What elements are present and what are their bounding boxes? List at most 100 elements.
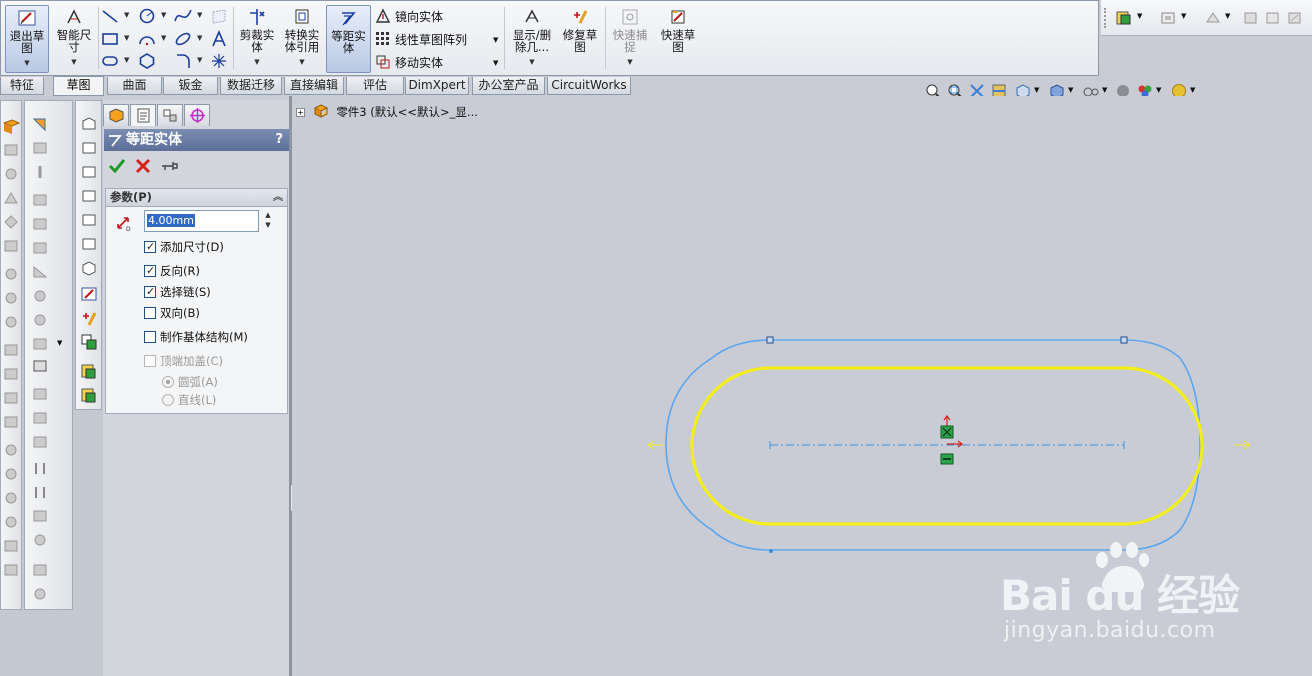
chevron-down-icon[interactable]: ▼ [1068,86,1073,94]
tab-data-migration[interactable]: 数据迁移 [220,77,282,95]
boundary-icon[interactable] [2,213,20,231]
scale-icon[interactable] [31,459,49,477]
chevron-down-icon[interactable]: ▼ [1102,86,1107,94]
insert-component-icon[interactable] [31,139,49,157]
tab-feature-manager[interactable] [103,104,129,126]
offset-entities-button[interactable]: 等距实体 [326,5,371,73]
chamfer-icon[interactable] [2,365,20,383]
print-icon[interactable] [1159,10,1177,26]
select-chain-option[interactable]: 选择链(S) [144,283,211,301]
linear-pattern-button[interactable]: 线性草图阵列 ▼ [375,30,498,50]
parameters-group-header[interactable]: 参数(P) ︽ [106,189,287,207]
trim-entities-button[interactable]: 剪裁实体 ▼ [236,5,278,73]
move-sketch-icon[interactable] [80,333,98,351]
arc-tool[interactable]: ▼ [138,30,172,50]
tab-sheet-metal[interactable]: 钣金 [163,77,218,95]
draft-icon[interactable] [2,441,20,459]
new-assembly-icon[interactable] [80,387,98,405]
tab-dimxpert-manager[interactable] [184,104,210,126]
spin-down-icon[interactable]: ▼ [261,220,275,230]
weldment-icon[interactable] [31,215,49,233]
gusset-icon[interactable] [31,263,49,281]
mold-tools-icon[interactable] [31,357,49,375]
chevron-down-icon[interactable]: ▼ [1190,86,1195,94]
tab-evaluate[interactable]: 评估 [346,77,404,95]
new-part-icon[interactable] [80,363,98,381]
shell-icon[interactable] [2,389,20,407]
tab-dimxpert[interactable]: DimXpert [405,77,469,95]
bidirectional-option[interactable]: 双向(B) [144,304,200,322]
sketch-edit-icon[interactable] [80,285,98,303]
core-icon[interactable] [31,483,49,501]
offset-handle-point[interactable] [766,336,774,344]
chevron-down-icon[interactable]: ▼ [124,34,129,42]
chevron-down-icon[interactable]: ▼ [197,56,202,64]
slot-tool[interactable]: ▼ [101,52,135,72]
ok-checkmark-icon[interactable] [107,156,127,176]
original-slot-sketch[interactable] [690,366,1204,526]
view-bottom-icon[interactable] [80,235,98,253]
view-top-icon[interactable] [80,211,98,229]
view-isometric-icon[interactable] [80,259,98,277]
tab-configuration-manager[interactable] [157,104,183,126]
bidirectional-checkbox[interactable] [144,307,156,319]
polygon-tool[interactable] [138,52,172,72]
mate-icon[interactable] [31,163,49,181]
trim-extend-icon[interactable] [31,335,49,353]
curves-icon[interactable] [2,561,20,579]
chevron-down-icon[interactable]: ▼ [53,56,95,68]
chevron-down-icon[interactable]: ▼ [197,11,202,19]
view-front-icon[interactable] [80,115,98,133]
reverse-option[interactable]: 反向(R) [144,262,200,280]
chevron-down-icon[interactable]: ▼ [236,56,278,68]
spin-up-icon[interactable]: ▲ [261,210,275,220]
exit-sketch-button[interactable]: 退出草图 ▼ [5,5,49,73]
ellipse-tool[interactable]: ▼ [174,30,208,50]
view-right-icon[interactable] [80,187,98,205]
chevron-down-icon[interactable]: ▼ [6,57,48,69]
chevron-down-icon[interactable]: ▼ [161,34,166,42]
ruled-surface-icon[interactable] [31,531,49,549]
tab-surfaces[interactable]: 曲面 [107,77,162,95]
structural-member-icon[interactable] [31,239,49,257]
settings-icon[interactable] [1286,10,1304,26]
repair-sketch-side-icon[interactable] [80,309,98,327]
shut-off-surface-icon[interactable] [31,409,49,427]
hole-wizard-icon[interactable] [2,265,20,283]
weld-bead-icon[interactable] [31,287,49,305]
mirror-feature-icon[interactable] [2,513,20,531]
loft-icon[interactable] [2,189,20,207]
toolbar-grip[interactable] [1104,8,1106,28]
tab-circuitworks[interactable]: CircuitWorks [547,77,631,95]
make-base-construction-checkbox[interactable] [144,331,156,343]
smart-dimension-button[interactable]: 智能尺寸 ▼ [53,5,95,73]
chevron-down-icon[interactable]: ▼ [1137,12,1142,20]
circle-tool[interactable]: ▼ [138,7,172,27]
undercut-analysis-icon[interactable] [31,585,49,603]
pushpin-icon[interactable] [159,156,179,176]
display-delete-relations-button[interactable]: 显示/删除几... ▼ [508,5,556,73]
line-tool[interactable]: ▼ [101,7,135,27]
parting-line-icon[interactable] [31,385,49,403]
tab-office-products[interactable]: 办公室产品 [472,77,545,95]
fillet-feature-icon[interactable] [2,341,20,359]
cut-sweep-icon[interactable] [2,313,20,331]
chevron-down-icon[interactable]: ▼ [281,56,323,68]
rib-icon[interactable] [2,413,20,431]
add-dimensions-checkbox[interactable] [144,238,156,256]
chevron-down-icon[interactable]: ▼ [124,11,129,19]
revolve-icon[interactable] [2,141,20,159]
convert-entities-button[interactable]: 转换实体引用 ▼ [281,5,323,73]
make-base-construction-option[interactable]: 制作基体结构(M) [144,328,248,346]
mirror-entities-button[interactable]: 镜向实体 [375,7,443,27]
chevron-down-icon[interactable]: ▼ [508,56,556,68]
draft-analysis-icon[interactable] [31,561,49,579]
split-line-icon[interactable] [31,507,49,525]
tab-features[interactable]: 特征 [0,77,44,95]
pattern-icon[interactable] [2,537,20,555]
collapse-chevron-icon[interactable]: ︽ [273,189,283,206]
repair-sketch-button[interactable]: 修复草图 [559,5,601,73]
wrap-icon[interactable] [2,465,20,483]
move-entities-button[interactable]: 移动实体 ▼ [375,53,498,73]
offset-handle-point[interactable] [1120,336,1128,344]
